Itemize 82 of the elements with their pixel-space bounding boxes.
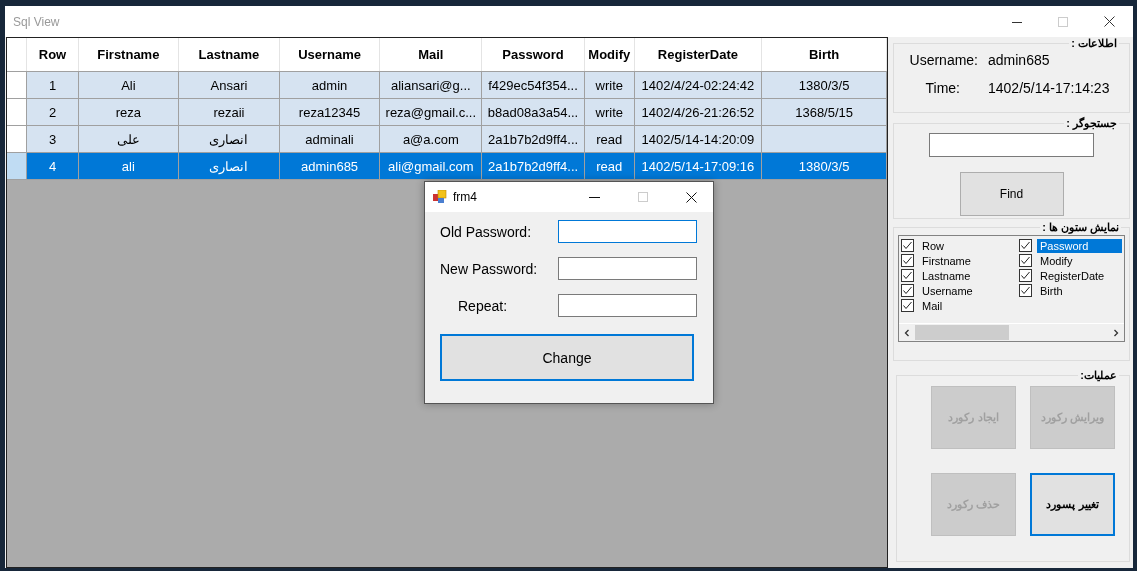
table-cell: 1402/4/24-02:24:42: [634, 71, 762, 99]
table-cell: ali: [78, 152, 179, 180]
table-cell: reza12345: [279, 98, 380, 126]
horizontal-scrollbar[interactable]: [899, 323, 1124, 341]
change-button[interactable]: Change: [440, 334, 694, 381]
group-title: عملیات:: [1079, 369, 1118, 382]
password-field[interactable]: [558, 257, 697, 280]
close-icon[interactable]: [1104, 16, 1115, 27]
row-header-cell[interactable]: [7, 125, 27, 153]
table-cell: ali@gmail.com: [379, 152, 482, 180]
table-cell: 1402/5/14-17:09:16: [634, 152, 762, 180]
column-header[interactable]: Mail: [379, 38, 482, 72]
group-title: اطلاعات :: [1070, 37, 1118, 50]
checklist-item[interactable]: Username: [919, 283, 976, 298]
checkbox[interactable]: [901, 239, 914, 252]
column-header[interactable]: Firstname: [78, 38, 179, 72]
checklist-item[interactable]: Lastname: [919, 268, 974, 283]
find-button[interactable]: Find: [959, 172, 1064, 216]
info-label: Username:: [908, 52, 979, 68]
group-title: جستجوگر :: [1065, 117, 1118, 130]
checkbox[interactable]: [901, 299, 914, 312]
checkbox[interactable]: [1019, 239, 1032, 252]
checklist-item[interactable]: Birth: [1037, 283, 1066, 298]
table-cell: f429ec54f354...: [481, 71, 585, 99]
info-value: 1402/5/14-17:14:23: [988, 80, 1110, 96]
table-cell: 1380/3/5: [761, 71, 887, 99]
field-label: Old Password:: [440, 223, 532, 240]
table-cell: 1380/3/5: [761, 152, 887, 180]
row-header-cell[interactable]: [7, 152, 27, 180]
checkbox[interactable]: [1019, 254, 1032, 267]
table-cell: reza@gmail.c...: [379, 98, 482, 126]
table-cell: aliansari@g...: [379, 71, 482, 99]
dialog-title: frm4: [453, 190, 478, 204]
window-title: Sql View: [12, 14, 60, 29]
table-cell: 1402/4/26-21:26:52: [634, 98, 762, 126]
table-cell: a@a.com: [379, 125, 482, 153]
column-header[interactable]: Password: [481, 38, 585, 72]
column-header[interactable]: Modify: [584, 38, 635, 72]
checklist-item[interactable]: RegisterDate: [1037, 268, 1108, 283]
column-header[interactable]: Lastname: [178, 38, 280, 72]
row-header-cell[interactable]: [7, 98, 27, 126]
password-field[interactable]: [558, 294, 697, 317]
table-cell: adminali: [279, 125, 380, 153]
field-label: New Password:: [440, 260, 538, 277]
checkbox[interactable]: [901, 254, 914, 267]
checklist-item[interactable]: Firstname: [919, 253, 974, 268]
info-value: admin685: [988, 52, 1050, 68]
table-cell: 2a1b7b2d9ff4...: [481, 125, 585, 153]
table-cell: 1402/5/14-14:20:09: [634, 125, 762, 153]
table-cell: b8ad08a3a54...: [481, 98, 585, 126]
operation-button[interactable]: تغییر پسورد: [1030, 473, 1115, 536]
field-label: Repeat:: [457, 297, 508, 314]
app-icon: [433, 190, 447, 204]
checklist-item[interactable]: Modify: [1037, 253, 1076, 268]
checklist-item[interactable]: Mail: [919, 298, 946, 313]
table-cell: Ali: [78, 71, 179, 99]
column-header[interactable]: Username: [279, 38, 380, 72]
column-header[interactable]: Birth: [761, 38, 887, 72]
table-cell: reza: [78, 98, 179, 126]
table-cell: Ansari: [178, 71, 280, 99]
table-cell: admin: [279, 71, 380, 99]
table-cell: admin685: [279, 152, 380, 180]
group-title: نمایش ستون ها :: [1041, 221, 1120, 234]
checkbox[interactable]: [1019, 284, 1032, 297]
checklist-item[interactable]: Row: [919, 238, 947, 253]
checklist-item[interactable]: Password: [1037, 238, 1122, 253]
table-cell: 1368/5/15: [761, 98, 887, 126]
table-cell: انصاری: [178, 125, 280, 153]
password-field[interactable]: [558, 220, 697, 243]
table-cell: 2a1b7b2d9ff4...: [481, 152, 585, 180]
table-cell: علی: [78, 125, 179, 153]
checkbox[interactable]: [901, 284, 914, 297]
checkbox[interactable]: [1019, 269, 1032, 282]
table-cell: rezaii: [178, 98, 280, 126]
row-header-cell[interactable]: [7, 71, 27, 99]
info-label: Time:: [924, 80, 961, 96]
column-header[interactable]: RegisterDate: [634, 38, 762, 72]
close-icon[interactable]: [686, 191, 697, 203]
checkbox[interactable]: [901, 269, 914, 282]
column-header[interactable]: Row: [26, 38, 79, 72]
table-cell: انصاری: [178, 152, 280, 180]
search-field[interactable]: [929, 133, 1094, 157]
